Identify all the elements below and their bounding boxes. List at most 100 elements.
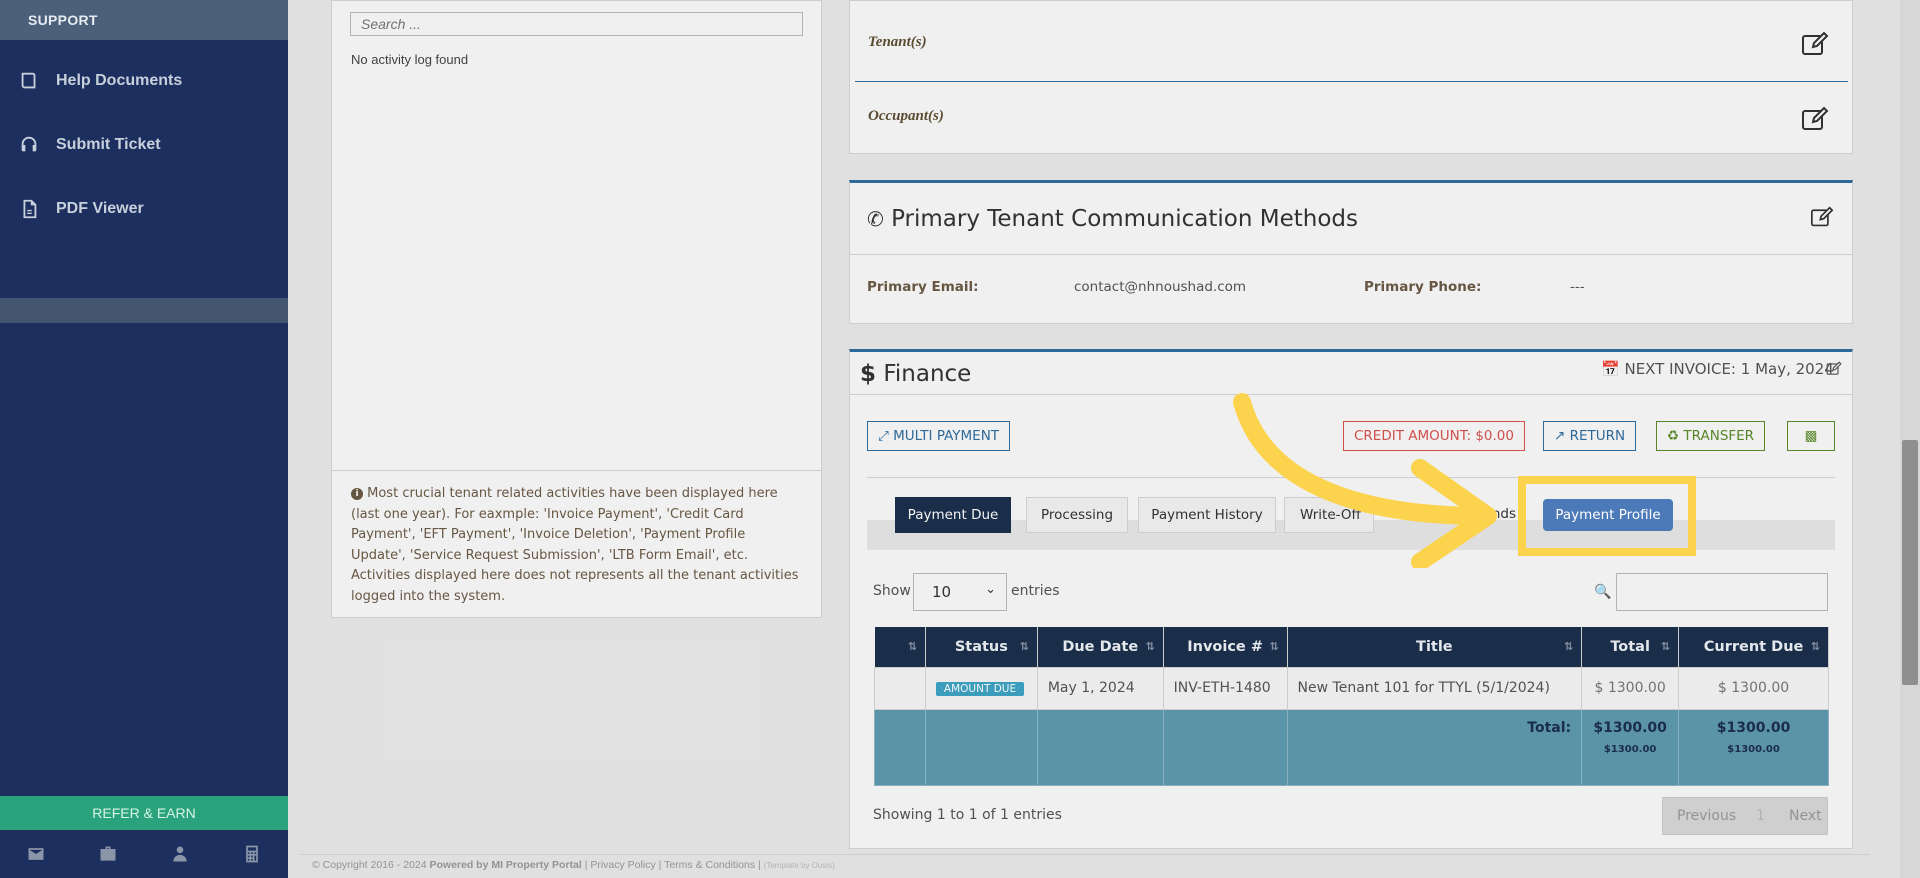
activity-search-input[interactable]: Search ... bbox=[350, 12, 803, 36]
powered-by-link[interactable]: Powered by MI Property Portal bbox=[429, 859, 581, 871]
refer-earn-button[interactable]: REFER & EARN bbox=[0, 796, 288, 830]
cell-select[interactable] bbox=[874, 666, 926, 710]
pdf-icon bbox=[23, 199, 37, 219]
col-select[interactable]: ⇅ bbox=[874, 627, 926, 667]
totals-total: $1300.00 $1300.00 bbox=[1581, 708, 1680, 786]
footer-divider bbox=[300, 854, 1870, 855]
return-button[interactable]: ↗ RETURN bbox=[1543, 421, 1637, 451]
cell-status: AMOUNT DUE bbox=[924, 666, 1038, 710]
sidebar-footer bbox=[0, 830, 288, 878]
col-due-date[interactable]: Due Date ⇅ bbox=[1037, 627, 1164, 667]
primary-phone-label: Primary Phone: bbox=[1364, 279, 1482, 295]
sort-icon: ⇅ bbox=[1660, 640, 1671, 653]
finance-title: $ Finance bbox=[860, 361, 972, 387]
sort-icon: ⇅ bbox=[1810, 640, 1820, 653]
page-1-button[interactable]: 1 bbox=[1756, 808, 1765, 824]
sidebar-divider bbox=[0, 298, 288, 323]
privacy-link[interactable]: Privacy Policy bbox=[590, 859, 655, 871]
sidebar-item-label: Submit Ticket bbox=[56, 136, 161, 153]
occupants-label: Occupant(s) bbox=[868, 108, 944, 124]
activity-note: i Most crucial tenant related activities… bbox=[331, 470, 822, 618]
arrow-annotation bbox=[1233, 393, 1497, 568]
calendar-icon: 📅 bbox=[1601, 360, 1620, 378]
next-button[interactable]: Next bbox=[1789, 808, 1822, 824]
calculator-icon[interactable] bbox=[242, 844, 262, 864]
support-header: SUPPORT bbox=[0, 0, 288, 40]
next-invoice: 📅 NEXT INVOICE: 1 May, 2024 bbox=[1601, 360, 1834, 378]
multi-payment-button[interactable]: ⤢ MULTI PAYMENT bbox=[867, 421, 1011, 451]
tab-payment-profile[interactable]: Payment Profile bbox=[1543, 499, 1673, 531]
sort-icon: ⇅ bbox=[1269, 640, 1279, 653]
status-badge: AMOUNT DUE bbox=[935, 682, 1025, 696]
no-activity-text: No activity log found bbox=[351, 52, 469, 67]
col-total[interactable]: Total ⇅ bbox=[1581, 627, 1680, 667]
sort-icon: ⇅ bbox=[1145, 640, 1155, 653]
sort-icon: ⇅ bbox=[907, 640, 917, 653]
chart-button[interactable]: ▩ bbox=[1787, 421, 1835, 451]
tenants-label: Tenant(s) bbox=[868, 34, 927, 50]
communication-panel bbox=[849, 180, 1853, 324]
mail-icon[interactable] bbox=[26, 844, 46, 864]
totals-row: Total: $1300.00 $1300.00 $1300.00 $1300.… bbox=[874, 708, 1829, 786]
sidebar-item-label: PDF Viewer bbox=[56, 200, 144, 217]
tenants-panel bbox=[849, 0, 1853, 154]
sidebar-item-label: Help Documents bbox=[56, 72, 183, 89]
edit-communication-icon[interactable] bbox=[1810, 206, 1834, 228]
col-invoice[interactable]: Invoice # ⇅ bbox=[1163, 627, 1288, 667]
totals-current: $1300.00 $1300.00 bbox=[1678, 708, 1829, 786]
transfer-button[interactable]: ♻ TRANSFER bbox=[1656, 421, 1766, 451]
showing-text: Showing 1 to 1 of 1 entries bbox=[873, 807, 1062, 823]
edit-occupants-icon[interactable] bbox=[1801, 106, 1829, 132]
col-current-due[interactable]: Current Due ⇅ bbox=[1678, 627, 1829, 667]
communication-divider bbox=[849, 254, 1853, 255]
dollar-icon: $ bbox=[860, 361, 877, 387]
sidebar-item-pdf-viewer[interactable]: PDF Viewer bbox=[18, 198, 144, 220]
bar-chart-icon: ▩ bbox=[1804, 428, 1818, 444]
cell-title: New Tenant 101 for TTYL (5/1/2024) bbox=[1286, 666, 1583, 710]
user-icon[interactable] bbox=[170, 844, 190, 864]
entries-select[interactable]: 10 ⌄ bbox=[913, 573, 1007, 611]
sort-icon: ⇅ bbox=[1563, 640, 1574, 653]
edit-next-invoice-icon[interactable] bbox=[1826, 361, 1842, 376]
sort-icon: ⇅ bbox=[1019, 640, 1029, 653]
expand-icon: ⤢ bbox=[878, 428, 889, 444]
cell-total: $ 1300.00 bbox=[1581, 666, 1680, 710]
tab-processing[interactable]: Processing bbox=[1026, 497, 1128, 533]
phone-icon: ✆ bbox=[867, 207, 884, 231]
table-search-input[interactable] bbox=[1616, 573, 1828, 611]
sidebar-item-submit-ticket[interactable]: Submit Ticket bbox=[18, 134, 161, 156]
table-row[interactable]: AMOUNT DUE May 1, 2024 INV-ETH-1480 New … bbox=[874, 666, 1829, 710]
primary-email-value: contact@nhnoushad.com bbox=[1074, 279, 1247, 295]
info-icon: i bbox=[351, 487, 363, 500]
terms-link[interactable]: Terms & Conditions bbox=[664, 859, 755, 871]
scrollbar-thumb[interactable] bbox=[1902, 440, 1918, 685]
briefcase-icon[interactable] bbox=[98, 844, 118, 864]
search-icon: 🔍 bbox=[1594, 583, 1612, 599]
show-label: Show bbox=[873, 583, 911, 599]
previous-button[interactable]: Previous bbox=[1677, 808, 1736, 824]
cell-due-date: May 1, 2024 bbox=[1036, 666, 1164, 710]
sidebar-item-help-documents[interactable]: Help Documents bbox=[18, 70, 182, 92]
book-icon bbox=[21, 72, 36, 89]
communication-title: ✆ Primary Tenant Communication Methods bbox=[867, 206, 1358, 232]
headset-icon bbox=[21, 136, 37, 152]
cell-invoice[interactable]: INV-ETH-1480 bbox=[1162, 666, 1288, 710]
totals-label: Total: bbox=[1286, 708, 1583, 786]
footer: © Copyright 2016 - 2024 Powered by MI Pr… bbox=[312, 859, 835, 871]
sidebar: SUPPORT Help Documents Submit Ticket PDF… bbox=[0, 0, 288, 878]
pagination: Previous 1 Next bbox=[1662, 797, 1828, 835]
tab-payment-due[interactable]: Payment Due bbox=[895, 497, 1011, 533]
cell-current-due: $ 1300.00 bbox=[1678, 666, 1829, 710]
external-link-icon: ↗ bbox=[1554, 428, 1566, 444]
col-title[interactable]: Title ⇅ bbox=[1287, 627, 1583, 667]
scrollbar-track[interactable] bbox=[1900, 0, 1920, 878]
entries-label: entries bbox=[1011, 583, 1060, 599]
col-status[interactable]: Status ⇅ bbox=[925, 627, 1038, 667]
recycle-icon: ♻ bbox=[1667, 428, 1680, 444]
primary-email-label: Primary Email: bbox=[867, 279, 979, 295]
activity-note-text: Most crucial tenant related activities h… bbox=[351, 486, 799, 604]
chevron-down-icon: ⌄ bbox=[985, 582, 996, 597]
tenants-divider bbox=[855, 81, 1848, 82]
primary-phone-value: --- bbox=[1570, 279, 1585, 295]
edit-tenants-icon[interactable] bbox=[1801, 31, 1829, 57]
